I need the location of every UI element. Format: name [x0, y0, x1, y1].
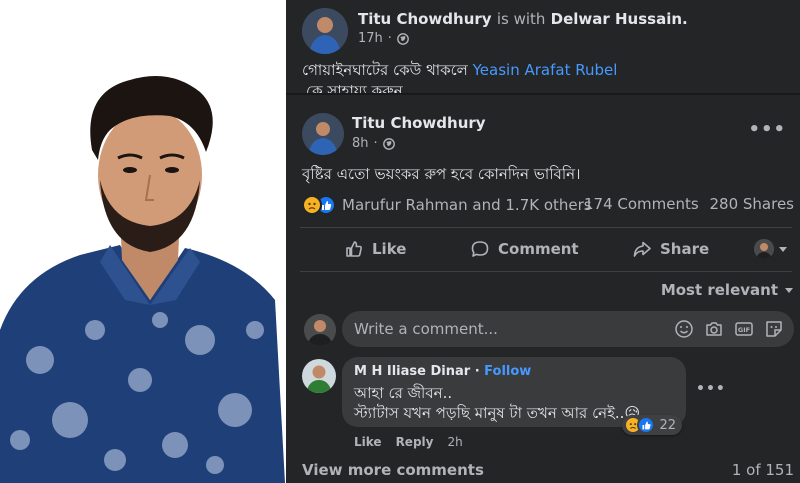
comment-bubble: M H Iliase Dinar · Follow আহা রে জীবন.. …: [342, 357, 686, 435]
sad-reaction-icon: [302, 195, 322, 215]
main-post-panel: Titu Chowdhury 8h · ••• বৃষ্টির এতো ভয়ং…: [286, 93, 800, 483]
comment-button[interactable]: Comment: [470, 239, 579, 259]
post-meta: 8h ·: [352, 136, 395, 151]
globe-icon: [382, 137, 395, 150]
user-avatar: [754, 239, 774, 259]
comments-count[interactable]: 174 Comments: [584, 195, 699, 213]
post-time[interactable]: 17h: [358, 31, 383, 46]
author-name[interactable]: Titu Chowdhury: [358, 10, 492, 28]
sticker-icon[interactable]: [764, 319, 784, 339]
share-label: Share: [660, 240, 710, 258]
share-button[interactable]: Share: [632, 239, 709, 259]
separator: ·: [474, 364, 480, 379]
post-text: বৃষ্টির এতো ভয়ংকর রুপ হবে কোনদিন ভাবিনি…: [302, 165, 581, 183]
comment-input[interactable]: [354, 311, 654, 347]
comment-icon: [471, 241, 489, 257]
reaction-as-selector[interactable]: [754, 239, 788, 259]
user-avatar[interactable]: [304, 314, 336, 346]
author-name[interactable]: Titu Chowdhury: [352, 114, 486, 132]
post-time[interactable]: 8h: [352, 136, 369, 151]
comment-header: M H Iliase Dinar · Follow: [354, 364, 531, 379]
like-button[interactable]: Like: [344, 239, 406, 259]
comment-label: Comment: [498, 240, 579, 258]
with-text: is with: [496, 10, 546, 28]
reaction-summary[interactable]: Marufur Rahman and 1.7K others: [302, 195, 592, 215]
comment-reply-button[interactable]: Reply: [396, 435, 434, 449]
profile-photo: [0, 0, 290, 483]
post-meta: 17h ·: [358, 31, 409, 46]
comment-actions: Like Reply 2h: [354, 435, 463, 449]
share-icon: [633, 241, 651, 257]
post-counts: 174 Comments 280 Shares: [584, 195, 794, 213]
post-text-part: গোয়াইনঘাটের কেউ থাকলে: [302, 61, 468, 79]
reaction-names[interactable]: Marufur Rahman and 1.7K others: [342, 196, 592, 214]
author-avatar[interactable]: [302, 113, 344, 155]
tagged-name[interactable]: Delwar Hussain.: [551, 10, 688, 28]
comment-reactions[interactable]: 22: [622, 415, 682, 435]
comment-sort-button[interactable]: Most relevant: [661, 281, 794, 299]
gif-icon[interactable]: GIF: [734, 319, 754, 339]
caret-down-icon: [779, 247, 787, 252]
commenter-avatar[interactable]: [302, 359, 336, 393]
shared-post-header: Titu Chowdhury is with Delwar Hussain.: [358, 10, 688, 28]
svg-text:GIF: GIF: [738, 326, 750, 334]
emoji-icon[interactable]: [674, 319, 694, 339]
mention-link[interactable]: Yeasin Arafat Rubel: [473, 61, 618, 79]
comment-text-line2: স্ট্যাটাস যখন পড়ছি মানুষ টা তখন আর নেই.…: [354, 404, 641, 422]
follow-button[interactable]: Follow: [484, 364, 531, 379]
globe-icon: [397, 32, 409, 45]
sort-label: Most relevant: [660, 281, 778, 299]
divider: [300, 227, 792, 228]
comment-options-button[interactable]: •••: [696, 381, 726, 397]
divider: [300, 271, 792, 272]
commenter-name[interactable]: M H Iliase Dinar: [354, 364, 470, 379]
shared-post-panel: Titu Chowdhury is with Delwar Hussain. 1…: [286, 0, 800, 100]
comment-time[interactable]: 2h: [447, 435, 462, 449]
reaction-count: 22: [659, 417, 676, 433]
view-more-comments-link[interactable]: View more comments: [302, 461, 484, 479]
comment-page-count: 1 of 151: [731, 461, 794, 479]
camera-icon[interactable]: [704, 319, 724, 339]
comment-composer: GIF: [342, 311, 794, 347]
caret-down-icon: [785, 288, 793, 293]
thumbs-up-icon: [346, 241, 362, 257]
author-avatar[interactable]: [302, 8, 348, 54]
post-options-button[interactable]: •••: [748, 119, 786, 140]
like-label: Like: [372, 240, 407, 258]
comment-like-button[interactable]: Like: [354, 435, 382, 449]
shares-count[interactable]: 280 Shares: [710, 195, 795, 213]
like-reaction-icon: [637, 416, 656, 434]
